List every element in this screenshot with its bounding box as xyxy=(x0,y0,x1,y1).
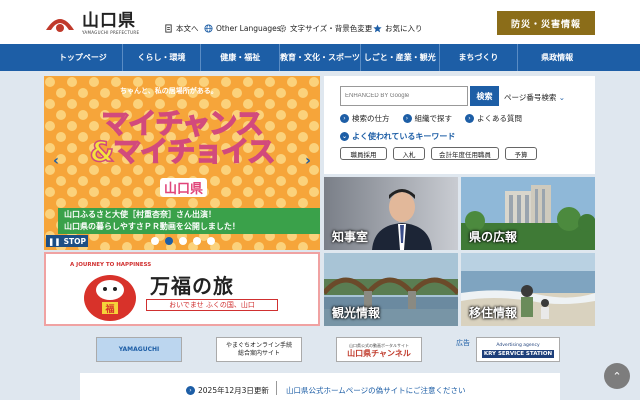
ad-text: 山口県チャンネル xyxy=(347,348,411,358)
slider-prev-button[interactable]: ‹ xyxy=(48,150,64,172)
document-icon xyxy=(165,23,172,33)
nav-item-life[interactable]: くらし・環境 xyxy=(123,44,202,71)
chevron-right-icon: › xyxy=(465,114,474,123)
tile-label: 移住情報 xyxy=(469,306,518,320)
slider-dot[interactable] xyxy=(207,237,215,245)
banner-subtitle: おいでませ ふくの国、山口 xyxy=(146,299,278,311)
logo-title: 山口県 xyxy=(82,11,136,31)
slider-dot[interactable] xyxy=(151,237,159,245)
tile-governor-office[interactable]: 知事室 xyxy=(324,177,458,250)
keywords-heading-label: よく使われているキーワード xyxy=(352,132,456,141)
prefecture-emblem-icon xyxy=(46,19,74,32)
keyword-chip[interactable]: 職員採用 xyxy=(340,147,387,160)
page-number-search-label: ページ番号検索 xyxy=(504,93,557,102)
keyword-list: 職員採用 入札 会計年度任用職員 予算 xyxy=(340,147,543,160)
slider-dots xyxy=(151,237,215,245)
slide-caption-line2: 山口県の暮らしやすさＰＲ動画を公開しました！ xyxy=(64,222,240,231)
ad-banner-yamaguchi-channel[interactable]: 山口県公式の動画ポータルサイト 山口県チャンネル xyxy=(336,337,422,362)
link-label: よくある質問 xyxy=(477,114,522,123)
banner-title: 万福の旅 xyxy=(150,274,234,298)
util-link-label: 本文へ xyxy=(176,23,199,33)
slider-dot-active[interactable] xyxy=(165,237,173,245)
slide-headline-line2: &マイチョイス xyxy=(89,135,276,168)
slider-next-button[interactable]: › xyxy=(300,150,316,172)
chevron-down-icon: ⌄ xyxy=(558,93,566,102)
global-nav: トップページ くらし・環境 健康・福祉 教育・文化・スポーツ しごと・産業・観光… xyxy=(0,44,640,71)
ad-text: やまぐちオンライン手続 xyxy=(225,341,292,349)
ad-text: KRY SERVICE STATION xyxy=(481,349,555,358)
chevron-right-icon: › xyxy=(402,114,412,123)
util-link-label: お気に入り xyxy=(385,23,423,33)
notice-date-label: 2025年12月3日更新 xyxy=(198,386,269,395)
nav-item-government[interactable]: 県政情報 xyxy=(518,44,596,71)
keyword-chip[interactable]: 入札 xyxy=(393,147,425,160)
slide-caption-line1: 山口ふるさと大使［村重杏奈］さん出演！ xyxy=(64,210,216,219)
tile-public-relations[interactable]: 県の広報 xyxy=(461,177,595,250)
nav-item-health[interactable]: 健康・福祉 xyxy=(201,44,281,71)
nav-item-town[interactable]: まちづくり xyxy=(440,44,519,71)
ad-label: 広告 xyxy=(456,339,470,347)
font-size-settings-link[interactable]: 文字サイズ・背景色変更 xyxy=(278,21,372,35)
chevron-down-circle-icon: ⌄ xyxy=(340,132,349,141)
tile-relocation[interactable]: 移住情報 xyxy=(461,253,595,326)
site-header: 山口県 YAMAGUCHI PREFECTURE 本文へ Other Langu… xyxy=(0,0,640,44)
page-top-button[interactable]: ⌃ xyxy=(604,363,630,389)
search-howto-link[interactable]: › 検索の仕方 xyxy=(340,113,390,124)
nav-item-education[interactable]: 教育・文化・スポーツ xyxy=(280,44,361,71)
slide-caption[interactable]: 山口ふるさと大使［村重杏奈］さん出演！ 山口県の暮らしやすさＰＲ動画を公開しまし… xyxy=(58,208,320,234)
nav-item-top[interactable]: トップページ xyxy=(44,44,123,71)
ad-text: 総合案内サイト xyxy=(237,349,280,357)
search-input[interactable] xyxy=(340,86,468,106)
link-label: 組織で探す xyxy=(414,114,453,123)
gear-icon xyxy=(278,24,287,32)
keyword-chip[interactable]: 予算 xyxy=(505,147,537,160)
chevron-right-icon: › xyxy=(340,114,349,123)
site-logo[interactable]: 山口県 YAMAGUCHI PREFECTURE xyxy=(44,9,148,39)
ad-text: Advertising agency xyxy=(496,342,540,348)
search-button[interactable]: 検索 xyxy=(470,86,499,106)
link-label: 検索の仕方 xyxy=(352,114,390,123)
tile-label: 県の広報 xyxy=(469,230,518,244)
slide-city-label: 山口県 xyxy=(160,178,208,197)
chevron-right-icon: › xyxy=(186,386,195,395)
pause-icon: ❚❚ xyxy=(48,236,61,246)
notice-date: › 2025年12月3日更新 xyxy=(186,385,269,396)
star-icon xyxy=(373,23,382,32)
slider-stop-button[interactable]: ❚❚ STOP xyxy=(46,235,88,247)
keyword-chip[interactable]: 会計年度任用職員 xyxy=(431,147,499,160)
globe-icon xyxy=(204,23,213,33)
tile-tourism[interactable]: 観光情報 xyxy=(324,253,458,326)
slide-headline: マイチャンス &マイチョイス xyxy=(44,107,320,168)
logo-subtitle: YAMAGUCHI PREFECTURE xyxy=(82,30,140,35)
search-help-links: › 検索の仕方 › 組織で探す › よくある質問 xyxy=(340,113,535,124)
nav-item-work[interactable]: しごと・産業・観光 xyxy=(361,44,440,71)
favorites-link[interactable]: お気に入り xyxy=(373,21,423,35)
tile-label: 知事室 xyxy=(332,230,369,244)
util-link-label: 文字サイズ・背景色変更 xyxy=(290,23,373,33)
ad-banner-kry[interactable]: Advertising agency KRY SERVICE STATION xyxy=(476,337,560,362)
notice-divider xyxy=(276,381,277,395)
faq-link[interactable]: › よくある質問 xyxy=(465,113,522,124)
util-link-label: Other Languages xyxy=(216,23,281,33)
skip-to-content-link[interactable]: 本文へ xyxy=(164,21,199,35)
keywords-heading: ⌄ よく使われているキーワード xyxy=(340,131,455,142)
other-languages-link[interactable]: Other Languages xyxy=(204,21,281,35)
slider-dot[interactable] xyxy=(179,237,187,245)
tile-label: 観光情報 xyxy=(332,306,381,320)
stop-label: STOP xyxy=(63,236,86,246)
slider-dot[interactable] xyxy=(193,237,201,245)
daruma-fuku-char: 福 xyxy=(104,303,114,315)
ad-text: YAMAGUCHI xyxy=(118,345,160,353)
disaster-info-button[interactable]: 防災・災害情報 xyxy=(497,11,595,35)
daruma-icon: 福 xyxy=(84,275,136,321)
slide-tagline: ちゃんと、私の居場所がある。 xyxy=(120,87,218,95)
page-number-search-toggle[interactable]: ページ番号検索 ⌄ xyxy=(504,92,565,103)
slide-headline-line1: マイチャンス xyxy=(101,107,265,140)
organization-search-link[interactable]: › 組織で探す xyxy=(402,113,453,124)
ad-banner-online-procedures[interactable]: やまぐちオンライン手続 総合案内サイト xyxy=(216,337,302,362)
notice-link[interactable]: 山口県公式ホームページの偽サイトにご注意ください xyxy=(286,385,465,396)
ad-banner-yamaguchi[interactable]: YAMAGUCHI xyxy=(96,337,182,362)
